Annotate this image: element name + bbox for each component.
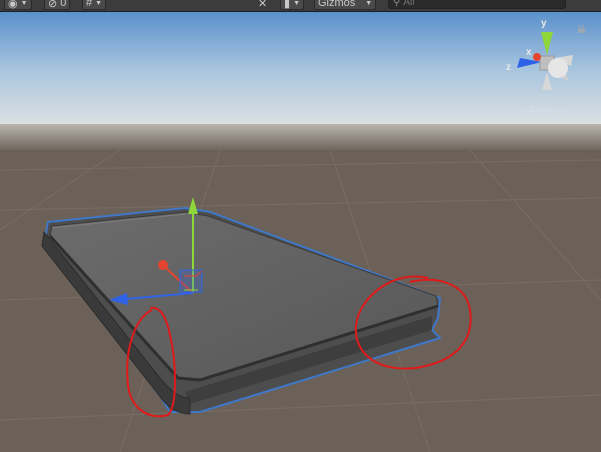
tools-icon: ✕ bbox=[258, 0, 268, 10]
horizon-band bbox=[0, 124, 601, 152]
layer-visibility-toggle[interactable]: ⊘ 0 bbox=[44, 0, 71, 10]
grid-toggle[interactable]: # ▼ bbox=[82, 0, 107, 10]
gizmos-dropdown[interactable]: Gizmos ▼ bbox=[314, 0, 377, 10]
chevron-down-icon: ▼ bbox=[365, 0, 373, 7]
orientation-axis-z-label: z bbox=[506, 62, 511, 73]
hidden-eye-icon: ⊘ bbox=[48, 0, 58, 10]
scene-toolbar: ◉ ▼ ⊘ 0 # ▼ ✕ ▮ ▼ Gizmos ▼ ⚲ bbox=[0, 0, 601, 12]
chevron-down-icon: ▼ bbox=[20, 0, 28, 7]
projection-arrow-icon: < bbox=[521, 104, 529, 118]
projection-toggle[interactable]: < Persp bbox=[521, 104, 561, 118]
grid-icon: # bbox=[86, 0, 93, 9]
gizmos-label: Gizmos bbox=[318, 0, 356, 9]
search-icon: ⚲ bbox=[393, 0, 401, 8]
hidden-layers-count: 0 bbox=[60, 0, 67, 9]
orientation-axis-y-label: y bbox=[541, 18, 547, 29]
chevron-down-icon: ▼ bbox=[95, 0, 103, 7]
search-field[interactable]: ⚲ bbox=[388, 0, 566, 9]
projection-label: Persp bbox=[530, 104, 562, 118]
orientation-axis-x-label: x bbox=[526, 47, 532, 58]
chevron-down-icon: ▼ bbox=[293, 0, 300, 7]
tools-button[interactable]: ✕ bbox=[258, 0, 267, 10]
orientation-x-cone-icon[interactable] bbox=[533, 53, 541, 61]
camera-settings-dropdown[interactable]: ▮ ▼ bbox=[280, 0, 304, 10]
camera-icon: ▮ bbox=[284, 0, 291, 10]
lock-icon[interactable] bbox=[577, 25, 586, 33]
x-axis-arrow-icon[interactable] bbox=[158, 260, 168, 270]
shading-sphere-icon: ◉ bbox=[8, 0, 18, 10]
shading-mode-dropdown[interactable]: ◉ ▼ bbox=[4, 0, 32, 10]
search-input[interactable] bbox=[400, 0, 544, 8]
